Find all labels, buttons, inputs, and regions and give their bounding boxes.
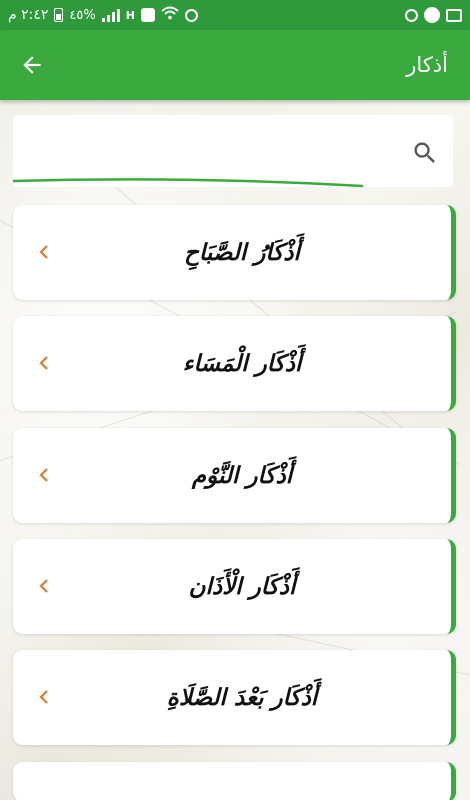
battery-icon	[54, 8, 64, 22]
list-item[interactable]: أَذْكَار الْأَذَان	[13, 539, 456, 634]
signal-icon	[101, 8, 120, 22]
chevron-left-icon	[39, 356, 48, 370]
list-item[interactable]: أَذْكَار النَّوْم	[13, 428, 456, 523]
app-bar: أذكار	[0, 30, 470, 100]
list-item[interactable]: أَذْكَار الْمَسَاء	[13, 316, 456, 411]
list-item-label: أَذْكَار الْأَذَان	[188, 573, 296, 600]
search-input[interactable]	[23, 125, 407, 177]
battery-level: ٤٥%	[69, 7, 96, 23]
alarm-clock-icon	[405, 8, 418, 22]
page-title: أذكار	[406, 53, 448, 77]
search-icon[interactable]	[411, 139, 439, 167]
alarm-icon	[184, 8, 198, 22]
chevron-left-icon	[39, 468, 48, 482]
list-item-label: أَذْكَار بَعْدَ الصَّلَاةِ	[166, 684, 318, 711]
arrow-left-icon	[23, 56, 41, 74]
list-item[interactable]: أَذْكَارُ الصَّبَاحِ	[13, 205, 456, 300]
wifi-icon	[161, 6, 179, 24]
whatsapp-icon	[424, 7, 440, 23]
chevron-left-icon	[39, 579, 48, 593]
search-underline	[13, 178, 363, 188]
list-item-partial[interactable]	[13, 762, 456, 800]
status-bar: ٢:٤٢ م ٤٥% H	[0, 0, 470, 30]
back-button[interactable]	[12, 45, 52, 85]
status-time: ٢:٤٢ م	[8, 7, 49, 23]
status-bar-right	[405, 7, 462, 23]
network-type: H	[125, 8, 135, 22]
list-item-label: أَذْكَارُ الصَّبَاحِ	[184, 239, 300, 266]
list-item-label: أَذْكَار النَّوْم	[191, 462, 293, 489]
list-item[interactable]: أَذْكَار بَعْدَ الصَّلَاةِ	[13, 650, 456, 745]
chevron-left-icon	[39, 690, 48, 704]
app-notification-icon	[140, 8, 155, 22]
list-item-label: أَذْكَار الْمَسَاء	[182, 350, 302, 377]
status-bar-left: ٢:٤٢ م ٤٥% H	[8, 6, 198, 24]
image-icon	[446, 8, 462, 22]
chevron-left-icon	[39, 245, 48, 259]
